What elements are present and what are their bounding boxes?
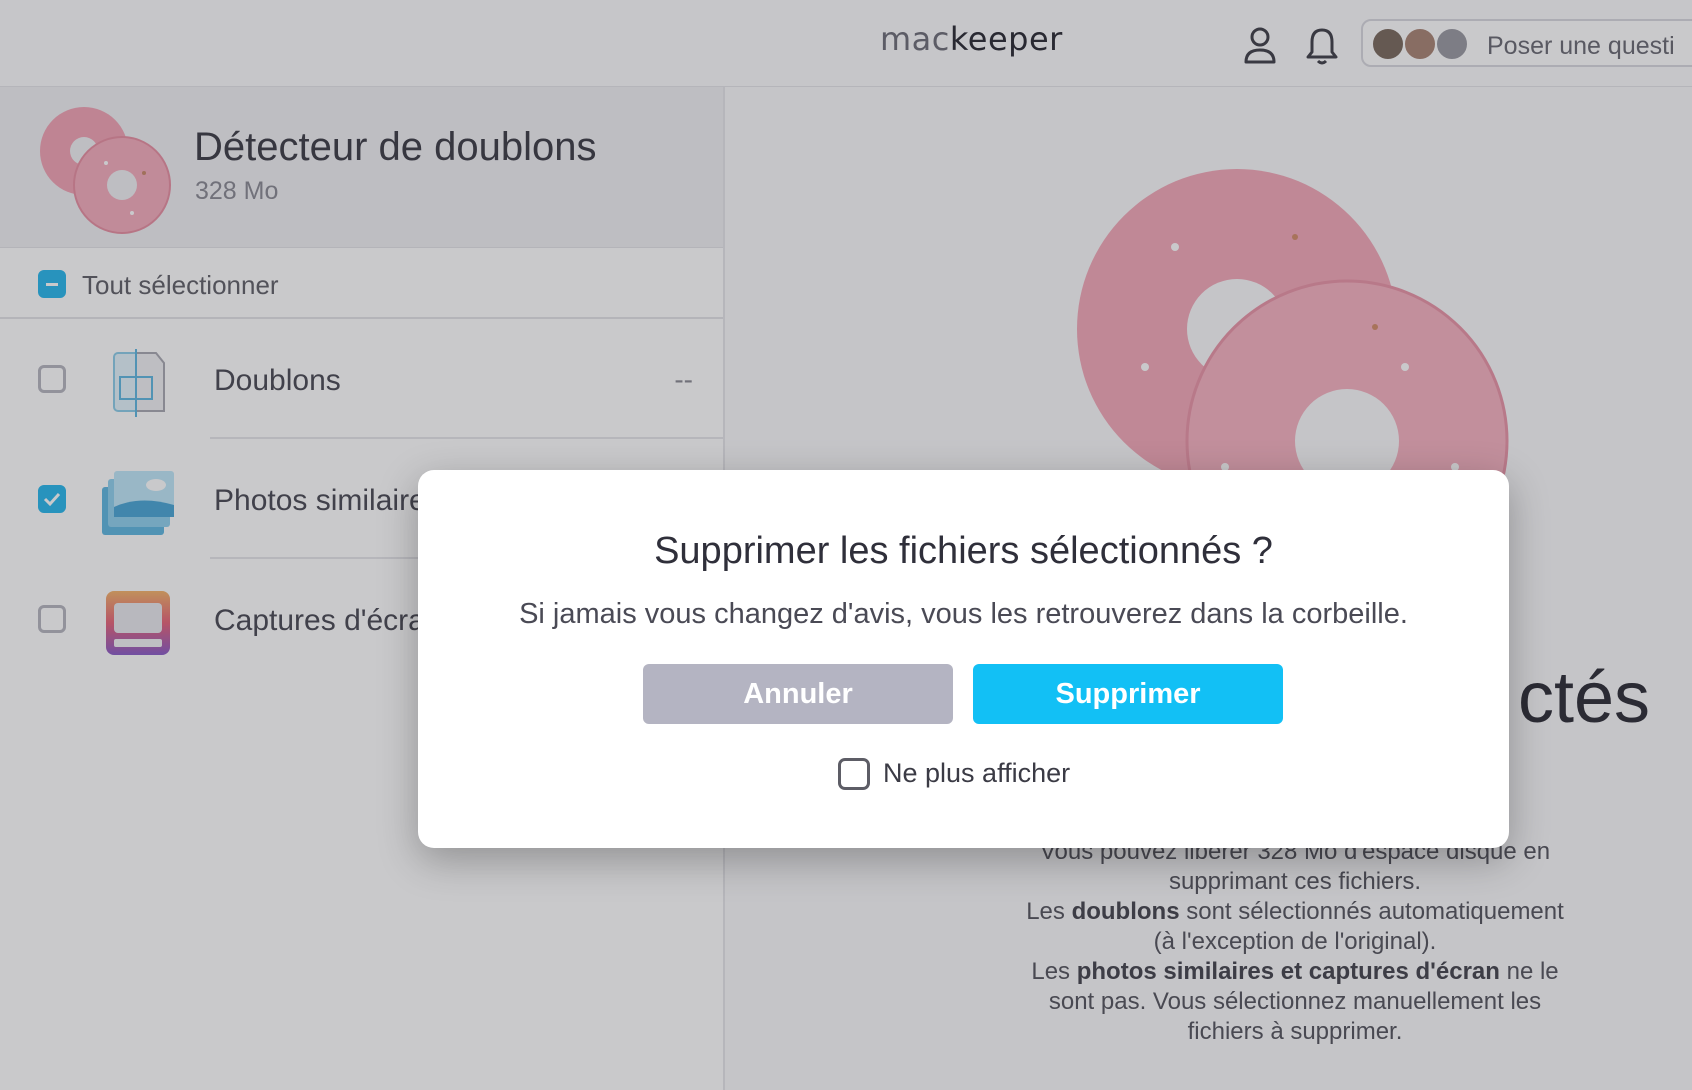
dialog-message: Si jamais vous changez d'avis, vous les … <box>519 598 1408 630</box>
delete-confirmation-dialog: Supprimer les fichiers sélectionnés ? Si… <box>418 470 1509 848</box>
cancel-button[interactable]: Annuler <box>643 664 953 724</box>
dont-show-again-label: Ne plus afficher <box>883 758 1071 788</box>
dont-show-again-checkbox[interactable] <box>838 758 870 790</box>
delete-button[interactable]: Supprimer <box>973 664 1283 724</box>
dialog-title: Supprimer les fichiers sélectionnés ? <box>654 530 1273 572</box>
